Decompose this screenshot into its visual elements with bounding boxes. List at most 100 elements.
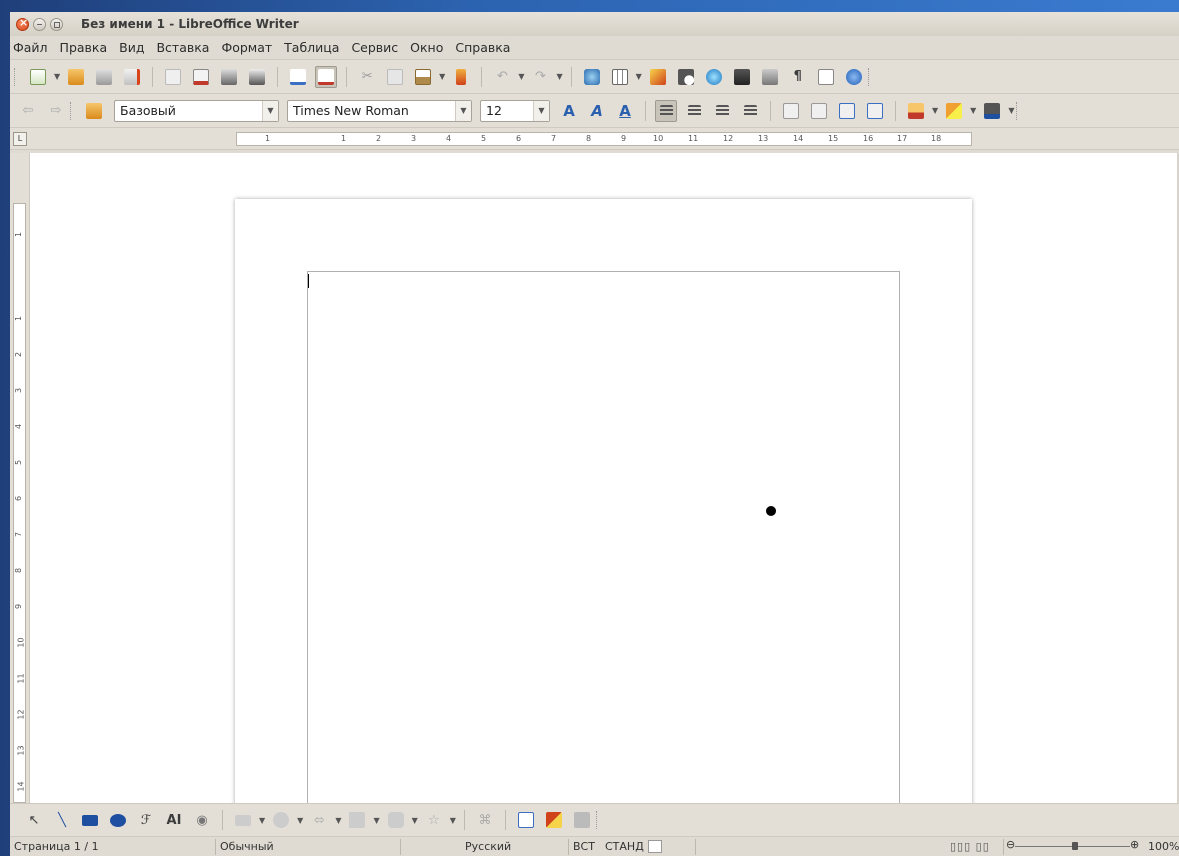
find-replace-button[interactable] <box>675 66 697 88</box>
stars-button[interactable]: ☆ <box>423 809 445 831</box>
italic-button[interactable]: A <box>586 100 608 122</box>
print-preview-button[interactable] <box>246 66 268 88</box>
export-pdf-button[interactable] <box>190 66 212 88</box>
document-modified-icon[interactable] <box>648 840 662 853</box>
menu-insert[interactable]: Вставка <box>156 40 209 55</box>
menu-file[interactable]: Файл <box>13 40 48 55</box>
toolbar-end-grip[interactable] <box>867 67 872 86</box>
gallery-button[interactable] <box>731 66 753 88</box>
show-draw-functions-button[interactable] <box>647 66 669 88</box>
highlighting-dropdown-arrow[interactable]: ▼ <box>970 106 976 115</box>
menu-view[interactable]: Вид <box>119 40 144 55</box>
align-center-button[interactable] <box>683 100 705 122</box>
extrusion-button[interactable] <box>571 809 593 831</box>
menu-help[interactable]: Справка <box>455 40 510 55</box>
navigator-button[interactable] <box>703 66 725 88</box>
autospellcheck-button[interactable] <box>315 65 338 88</box>
horizontal-ruler[interactable]: 1 1 2 3 4 5 6 7 8 9 10 11 12 13 14 15 16… <box>236 132 972 146</box>
stars-dropdown-arrow[interactable]: ▼ <box>450 816 456 825</box>
insert-mode[interactable]: ВСТ <box>573 840 595 853</box>
callout-shapes-dropdown-arrow[interactable]: ▼ <box>412 816 418 825</box>
chevron-down-icon[interactable]: ▼ <box>262 100 278 121</box>
align-right-button[interactable] <box>711 100 733 122</box>
language[interactable]: Русский <box>465 840 511 853</box>
text-button[interactable]: AI <box>163 809 185 831</box>
print-button[interactable] <box>218 66 240 88</box>
insert-table-button[interactable] <box>609 66 631 88</box>
redo-button[interactable]: ↷ <box>529 66 551 88</box>
highlighting-button[interactable] <box>943 100 965 122</box>
decrease-indent-button[interactable] <box>836 100 858 122</box>
new-dropdown-arrow[interactable]: ▼ <box>54 72 60 81</box>
forward-button[interactable]: ⇨ <box>45 100 67 122</box>
numbering-button[interactable] <box>780 100 802 122</box>
page-count[interactable]: Страница 1 / 1 <box>14 840 99 853</box>
background-color-dropdown-arrow[interactable]: ▼ <box>1008 106 1014 115</box>
undo-button[interactable]: ↶ <box>491 66 513 88</box>
menu-window[interactable]: Окно <box>410 40 443 55</box>
toolbar-end-grip[interactable] <box>1016 101 1020 120</box>
toolbar-end-grip[interactable] <box>595 811 600 829</box>
font-color-button[interactable] <box>905 100 927 122</box>
vertical-ruler[interactable]: 1 1 2 3 4 5 6 7 8 9 10 11 12 13 14 <box>10 153 30 803</box>
basic-shapes-button[interactable] <box>232 809 254 831</box>
toolbar-grip[interactable] <box>70 101 74 120</box>
background-color-button[interactable] <box>981 100 1003 122</box>
hyperlink-button[interactable] <box>581 66 603 88</box>
symbol-shapes-button[interactable] <box>270 809 292 831</box>
justify-button[interactable] <box>739 100 761 122</box>
formatting-marks-button[interactable]: ¶ <box>787 66 809 88</box>
freeform-line-button[interactable]: ℱ <box>135 809 157 831</box>
page-style[interactable]: Обычный <box>220 840 274 853</box>
spellcheck-button[interactable] <box>287 66 309 88</box>
menu-edit[interactable]: Правка <box>60 40 108 55</box>
zoom-out-icon[interactable]: ⊖ <box>1006 838 1015 851</box>
chevron-down-icon[interactable]: ▼ <box>533 100 549 121</box>
redo-dropdown-arrow[interactable]: ▼ <box>556 72 562 81</box>
edit-mode-button[interactable] <box>162 66 184 88</box>
text-area[interactable] <box>307 271 900 831</box>
menu-table[interactable]: Таблица <box>284 40 339 55</box>
clone-formatting-button[interactable] <box>450 66 472 88</box>
document-canvas[interactable] <box>31 153 1177 831</box>
zoom-slider-knob[interactable] <box>1072 842 1078 850</box>
cut-button[interactable]: ✂ <box>356 66 378 88</box>
rectangle-button[interactable] <box>79 809 101 831</box>
maximize-window-button[interactable] <box>50 17 63 31</box>
export-button[interactable] <box>121 66 143 88</box>
new-document-button[interactable] <box>27 66 49 88</box>
selection-mode[interactable]: СТАНД <box>605 840 644 853</box>
line-button[interactable]: ╲ <box>51 809 73 831</box>
zoom-button[interactable] <box>815 66 837 88</box>
minimize-window-button[interactable] <box>33 17 46 31</box>
select-button[interactable]: ↖ <box>23 809 45 831</box>
menu-tools[interactable]: Сервис <box>351 40 398 55</box>
font-name-combo[interactable]: Times New Roman ▼ <box>287 99 472 122</box>
block-arrows-button[interactable]: ⬄ <box>308 809 330 831</box>
callout-shapes-button[interactable] <box>385 809 407 831</box>
document-page[interactable] <box>235 199 972 831</box>
points-button[interactable]: ⌘ <box>474 809 496 831</box>
undo-dropdown-arrow[interactable]: ▼ <box>518 72 524 81</box>
font-size-combo[interactable]: 12 ▼ <box>480 99 550 122</box>
zoom-level[interactable]: 100% <box>1148 840 1179 853</box>
flowchart-dropdown-arrow[interactable]: ▼ <box>373 816 379 825</box>
styles-formatting-button[interactable] <box>83 100 105 122</box>
toolbar-grip[interactable] <box>14 67 18 86</box>
zoom-in-icon[interactable]: ⊕ <box>1130 838 1139 851</box>
paste-button[interactable] <box>412 66 434 88</box>
align-left-button[interactable] <box>655 99 677 122</box>
chevron-down-icon[interactable]: ▼ <box>455 100 471 121</box>
copy-button[interactable] <box>384 66 406 88</box>
font-color-dropdown-arrow[interactable]: ▼ <box>932 106 938 115</box>
back-button[interactable]: ⇦ <box>17 100 39 122</box>
data-sources-button[interactable] <box>759 66 781 88</box>
fontwork-button[interactable] <box>515 809 537 831</box>
basic-shapes-dropdown-arrow[interactable]: ▼ <box>259 816 265 825</box>
menu-format[interactable]: Формат <box>221 40 272 55</box>
flowchart-button[interactable] <box>346 809 368 831</box>
underline-button[interactable]: A <box>614 100 636 122</box>
bold-button[interactable]: A <box>558 100 580 122</box>
view-layout-icon[interactable]: ▯▯▯ ▯▯ <box>950 840 990 853</box>
close-window-button[interactable] <box>16 16 29 31</box>
